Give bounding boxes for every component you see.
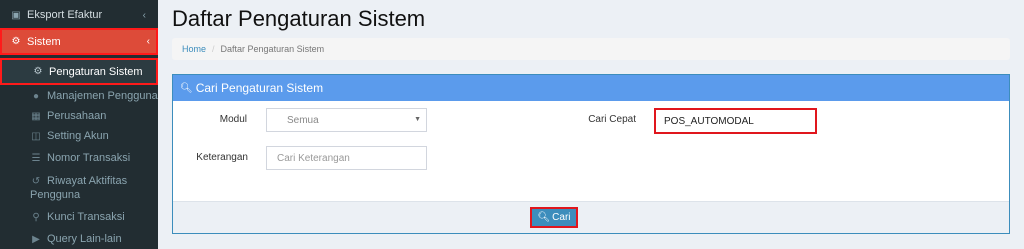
sidebar-item-sistem[interactable]: ⚙ Sistem ‹ [0,28,158,55]
breadcrumb-home-link[interactable]: Home [182,44,206,54]
sidebar-item-query-lain-lain[interactable]: ▶ Query Lain-lain [0,229,158,249]
sidebar-item-label: Manajemen Pengguna [47,90,158,102]
sidebar-item-label: Query Lain-lain [47,233,122,245]
history-icon: ↺ [31,176,41,187]
copy-icon: ◫ [31,130,41,142]
sidebar-item-label: Nomor Transaksi [47,152,131,164]
gears-icon: ⚙ [11,36,21,47]
sidebar-item-kunci-transaksi[interactable]: ⚲ Kunci Transaksi [0,207,158,227]
keterangan-input[interactable] [266,146,427,170]
modul-selected-value: Semua [287,114,319,126]
sidebar-item-manajemen-pengguna[interactable]: ● Manajemen Pengguna [0,86,158,106]
cari-cepat-label: Cari Cepat [588,114,636,125]
search-icon: 🔍︎ [180,82,193,94]
sidebar-item-label: Eksport Efaktur [27,9,103,21]
search-icon: 🔍︎ [537,212,551,223]
sidebar-item-eksport-efaktur[interactable]: ▣ Eksport Efaktur ‹ [0,3,158,27]
sidebar-item-label: ↺ Riwayat Aktifitas Pengguna [30,175,128,201]
search-button-label: Cari [552,212,571,223]
panel-header: 🔍︎ Cari Pengaturan Sistem [173,75,1009,101]
panel-title: Cari Pengaturan Sistem [195,81,324,95]
users-icon: ● [32,90,40,102]
sidebar-item-riwayat-aktifitas[interactable]: ↺ Riwayat Aktifitas Pengguna [0,174,158,206]
cari-cepat-input[interactable] [654,108,817,134]
sidebar-item-nomor-transaksi[interactable]: ☰ Nomor Transaksi [0,148,158,168]
sidebar: ▣ Eksport Efaktur ‹ ⚙ Sistem ‹ ⚙ Pengatu… [0,0,158,249]
sidebar-item-label: Pengaturan Sistem [49,65,143,78]
list-icon: ☰ [31,152,41,164]
search-button[interactable]: 🔍︎ Cari [530,207,578,228]
play-icon: ▶ [32,233,40,245]
sidebar-item-label: Perusahaan [47,110,107,122]
page-title: Daftar Pengaturan Sistem [172,6,426,31]
main-content: Daftar Pengaturan Sistem Home / Daftar P… [158,0,1024,249]
panel-footer: 🔍︎ Cari [173,201,1009,233]
sidebar-item-perusahaan[interactable]: ▦ Perusahaan [0,106,158,126]
chevron-left-icon: ‹ [142,9,146,21]
modul-label: Modul [219,114,247,125]
sidebar-item-setting-akun[interactable]: ◫ Setting Akun [0,126,158,146]
sidebar-item-pengaturan-sistem[interactable]: ⚙ Pengaturan Sistem [0,58,158,85]
sidebar-item-label: Setting Akun [47,130,109,142]
sidebar-item-label: Sistem [27,35,61,48]
caret-down-icon: ▼ [414,116,421,123]
gear-icon: ⚙ [33,66,43,77]
building-icon: ▦ [31,110,41,122]
sidebar-item-label: Kunci Transaksi [47,211,125,223]
export-icon: ▣ [11,9,21,21]
chevron-left-icon: ‹ [146,36,150,47]
keterangan-label: Keterangan [196,152,248,163]
modul-select[interactable]: Semua ▼ [266,108,427,132]
breadcrumb-separator: / [212,44,215,54]
breadcrumb: Home / Daftar Pengaturan Sistem [172,38,1010,60]
search-panel: 🔍︎ Cari Pengaturan Sistem Modul Semua ▼ … [172,74,1010,234]
breadcrumb-current: Daftar Pengaturan Sistem [220,44,325,54]
key-icon: ⚲ [32,211,40,223]
